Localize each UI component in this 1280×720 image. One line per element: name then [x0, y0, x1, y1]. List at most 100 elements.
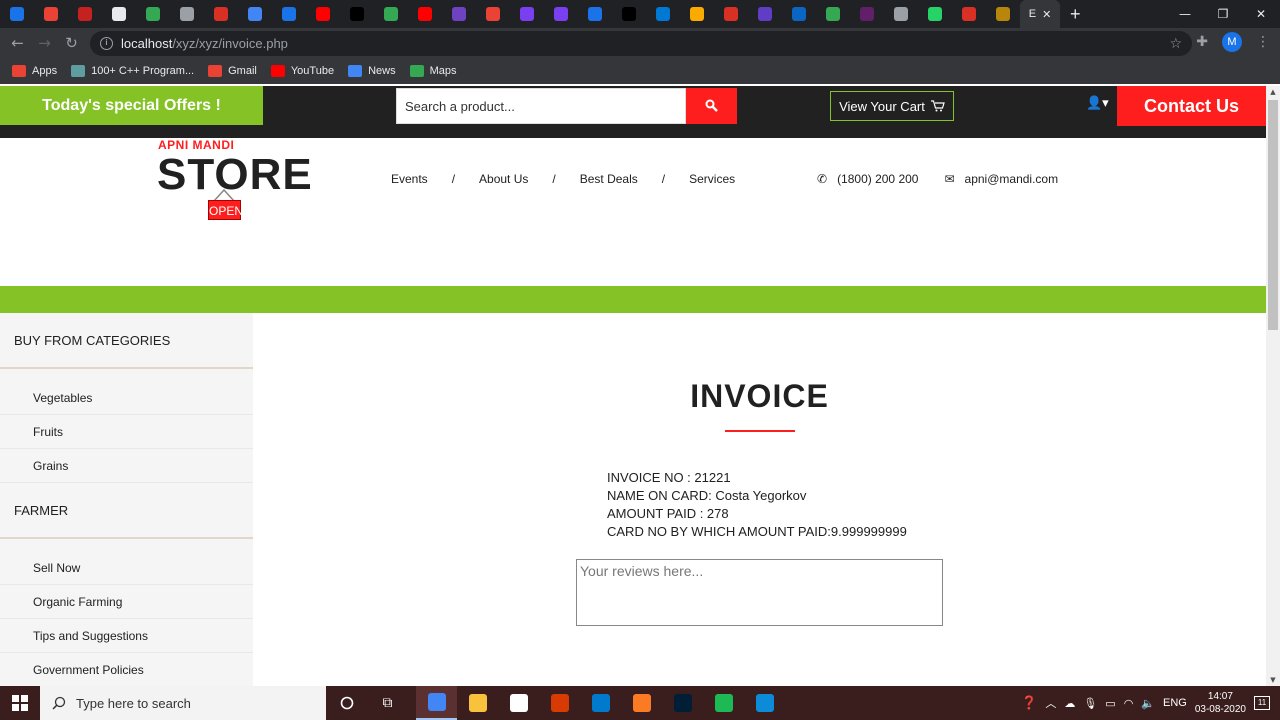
task-view-button[interactable]: ⧉ — [367, 686, 408, 720]
product-search-input[interactable] — [396, 88, 686, 124]
browser-tab[interactable] — [136, 0, 170, 28]
bookmark-star-icon[interactable]: ☆ — [1169, 36, 1182, 52]
address-bar[interactable]: i localhost/xyz/xyz/invoice.php ☆ — [90, 31, 1192, 56]
sidebar-item[interactable]: Organic Farming — [0, 585, 253, 619]
bookmark-item[interactable]: Maps — [409, 65, 457, 77]
taskbar-app-store[interactable] — [498, 686, 539, 720]
sidebar-item[interactable]: Sell Now — [0, 551, 253, 585]
browser-tab[interactable] — [238, 0, 272, 28]
browser-tab[interactable] — [408, 0, 442, 28]
browser-tab[interactable] — [374, 0, 408, 28]
taskbar-search[interactable]: Type here to search — [40, 686, 326, 720]
cloud-icon[interactable]: ☁ — [1064, 697, 1075, 710]
nav-link[interactable]: Services — [689, 172, 735, 186]
scrollbar-thumb[interactable] — [1268, 100, 1278, 330]
browser-tab[interactable] — [612, 0, 646, 28]
bookmark-item[interactable]: YouTube — [270, 65, 334, 77]
browser-tab[interactable] — [748, 0, 782, 28]
taskbar-app-file-explorer[interactable] — [457, 686, 498, 720]
minimize-icon[interactable]: — — [1166, 0, 1204, 28]
special-offers-button[interactable]: Today's special Offers ! — [0, 86, 263, 125]
nav-link[interactable]: Best Deals — [580, 172, 638, 186]
close-tab-icon[interactable]: ✕ — [1042, 8, 1051, 21]
browser-tab[interactable] — [272, 0, 306, 28]
browser-tab[interactable] — [442, 0, 476, 28]
browser-tab[interactable] — [340, 0, 374, 28]
extensions-icon[interactable]: ✚ — [1196, 34, 1208, 50]
browser-tab[interactable] — [102, 0, 136, 28]
browser-tab[interactable] — [918, 0, 952, 28]
browser-tab[interactable] — [680, 0, 714, 28]
browser-tab[interactable] — [544, 0, 578, 28]
notification-center-icon[interactable]: 11 — [1254, 696, 1270, 710]
bookmark-item[interactable]: News — [348, 65, 396, 77]
active-tab[interactable]: E ✕ — [1020, 0, 1060, 28]
browser-tab[interactable] — [204, 0, 238, 28]
restore-icon[interactable]: ❐ — [1204, 0, 1242, 28]
user-account-icon[interactable]: 👤▾ — [1086, 96, 1109, 111]
taskbar-app-office[interactable] — [539, 686, 580, 720]
taskbar-app-vscode[interactable] — [580, 686, 621, 720]
sidebar-item[interactable]: Government Policies — [0, 653, 253, 686]
scroll-down-icon[interactable]: ▼ — [1266, 676, 1280, 684]
browser-tab[interactable] — [714, 0, 748, 28]
view-cart-button[interactable]: View Your Cart — [830, 91, 954, 121]
nav-link[interactable]: About Us — [479, 172, 528, 186]
tray-chevron-icon[interactable]: ︿ — [1045, 695, 1056, 711]
edge-icon — [755, 694, 774, 712]
browser-tab[interactable] — [68, 0, 102, 28]
browser-tab[interactable] — [782, 0, 816, 28]
browser-tab[interactable] — [476, 0, 510, 28]
browser-tab[interactable] — [0, 0, 34, 28]
browser-tab[interactable] — [884, 0, 918, 28]
help-icon[interactable]: ❓ — [1021, 695, 1037, 711]
system-tray: ❓ ︿ ☁ 🎙 ▭ ◠ 🔈 ENG 14:07 03-08-2020 11 — [1021, 686, 1280, 720]
nav-link[interactable]: Events — [391, 172, 428, 186]
browser-tab[interactable] — [816, 0, 850, 28]
invoice-details: INVOICE NO : 21221 NAME ON CARD: Costa Y… — [607, 469, 907, 541]
start-button[interactable] — [0, 686, 40, 720]
scroll-up-icon[interactable]: ▲ — [1266, 88, 1280, 96]
bookmark-item[interactable]: Gmail — [208, 65, 257, 77]
page-scrollbar[interactable]: ▲ ▼ — [1266, 86, 1280, 686]
bookmark-item[interactable]: Apps — [12, 65, 57, 77]
volume-icon[interactable]: 🔈 — [1141, 697, 1155, 710]
bookmark-item[interactable]: 100+ C++ Program... — [71, 65, 194, 77]
sidebar-item[interactable]: Fruits — [0, 415, 253, 449]
taskbar-app-chrome[interactable] — [416, 686, 457, 720]
taskbar-app-spotify[interactable] — [703, 686, 744, 720]
browser-tab[interactable] — [510, 0, 544, 28]
sidebar-item[interactable]: Vegetables — [0, 381, 253, 415]
browser-tab[interactable] — [646, 0, 680, 28]
close-window-icon[interactable]: ✕ — [1242, 0, 1280, 28]
browser-tab[interactable] — [986, 0, 1020, 28]
taskbar-app-photoshop[interactable] — [662, 686, 703, 720]
site-info-icon[interactable]: i — [100, 37, 113, 50]
microphone-icon[interactable]: 🎙 — [1083, 697, 1097, 710]
browser-tab[interactable] — [578, 0, 612, 28]
browser-menu-icon[interactable]: ⋮ — [1256, 34, 1270, 50]
new-tab-button[interactable]: + — [1070, 4, 1081, 25]
language-indicator[interactable]: ENG — [1163, 697, 1187, 709]
search-button[interactable] — [686, 88, 737, 124]
sidebar-item[interactable]: Tips and Suggestions — [0, 619, 253, 653]
email-address[interactable]: apni@mandi.com — [965, 172, 1059, 186]
taskbar-app-xampp[interactable] — [621, 686, 662, 720]
review-textarea[interactable] — [576, 559, 943, 626]
browser-tab[interactable] — [850, 0, 884, 28]
browser-tab[interactable] — [34, 0, 68, 28]
cortana-button[interactable] — [326, 686, 367, 720]
contact-us-button[interactable]: Contact Us — [1117, 86, 1266, 126]
reload-icon[interactable]: ↻ — [58, 34, 85, 52]
browser-tab[interactable] — [952, 0, 986, 28]
browser-tab[interactable] — [170, 0, 204, 28]
clock[interactable]: 14:07 03-08-2020 — [1195, 690, 1246, 716]
back-icon[interactable]: ← — [4, 34, 31, 52]
browser-tab[interactable] — [306, 0, 340, 28]
wifi-icon[interactable]: ◠ — [1124, 697, 1134, 710]
forward-icon[interactable]: → — [31, 34, 58, 52]
sidebar-item[interactable]: Grains — [0, 449, 253, 483]
battery-icon[interactable]: ▭ — [1105, 697, 1115, 710]
taskbar-app-edge[interactable] — [744, 686, 785, 720]
profile-avatar[interactable]: M — [1222, 32, 1242, 52]
